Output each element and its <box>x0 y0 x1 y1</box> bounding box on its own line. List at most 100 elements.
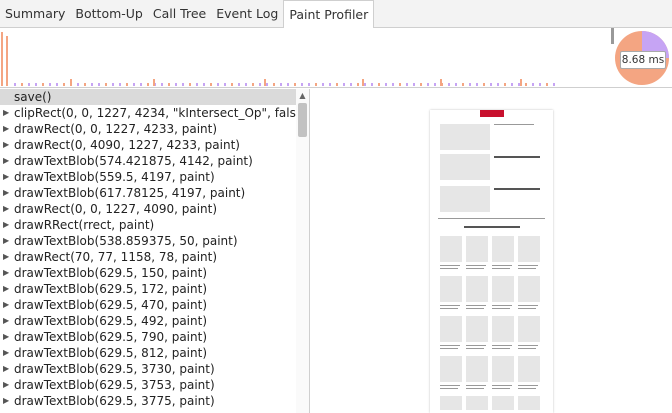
command-row[interactable]: ▶ drawTextBlob(617.78125, 4197, paint) <box>0 185 309 201</box>
timeline-bar <box>518 83 520 86</box>
tab-event-log[interactable]: Event Log <box>211 0 283 27</box>
expand-triangle-icon[interactable]: ▶ <box>3 329 9 345</box>
tab-call-tree[interactable]: Call Tree <box>148 0 211 27</box>
expand-triangle-icon[interactable]: ▶ <box>3 201 9 217</box>
timeline-bars[interactable] <box>0 28 612 88</box>
command-row[interactable]: ▶ drawTextBlob(629.5, 790, paint) <box>0 329 309 345</box>
text-line <box>440 305 460 306</box>
expand-triangle-icon[interactable]: ▶ <box>3 361 9 377</box>
command-text: drawTextBlob(629.5, 470, paint) <box>14 298 208 312</box>
article-image <box>492 276 514 302</box>
command-text: drawTextBlob(629.5, 492, paint) <box>14 314 208 328</box>
expand-triangle-icon[interactable]: ▶ <box>3 233 9 249</box>
command-row[interactable]: ▶ drawTextBlob(629.5, 3753, paint) <box>0 377 309 393</box>
article-image <box>466 396 488 410</box>
command-row[interactable]: ▶ drawRect(70, 77, 1158, 78, paint) <box>0 249 309 265</box>
expand-triangle-icon[interactable]: ▶ <box>3 281 9 297</box>
command-text: drawTextBlob(617.78125, 4197, paint) <box>14 186 246 200</box>
timeline-bar <box>119 83 121 86</box>
article-image <box>518 236 540 262</box>
command-row[interactable]: ▶ drawRRect(rrect, paint) <box>0 217 309 233</box>
scrollbar-thumb[interactable] <box>298 103 307 137</box>
text-line <box>466 388 484 389</box>
command-row[interactable]: ▶ drawRect(0, 4090, 1227, 4233, paint) <box>0 137 309 153</box>
expand-triangle-icon[interactable]: ▶ <box>3 169 9 185</box>
expand-triangle-icon[interactable]: ▶ <box>3 217 9 233</box>
tab-paint-profiler[interactable]: Paint Profiler <box>283 0 375 29</box>
text-line <box>492 388 510 389</box>
command-row[interactable]: ▶ drawRect(0, 0, 1227, 4233, paint) <box>0 121 309 137</box>
timeline-bar <box>462 83 464 86</box>
text-line <box>466 268 484 269</box>
command-row[interactable]: ▶ drawTextBlob(629.5, 492, paint) <box>0 313 309 329</box>
expand-triangle-icon[interactable]: ▶ <box>3 249 9 265</box>
timeline-bar <box>371 83 373 86</box>
command-row[interactable]: ▶ drawRect(0, 0, 1227, 4090, paint) <box>0 201 309 217</box>
tab-summary[interactable]: Summary <box>0 0 70 27</box>
command-row[interactable]: ▶ drawTextBlob(629.5, 812, paint) <box>0 345 309 361</box>
text-line <box>518 388 536 389</box>
timeline-bar <box>385 83 387 86</box>
text-line <box>440 385 460 386</box>
command-row[interactable]: ▶ drawTextBlob(629.5, 3775, paint) <box>0 393 309 409</box>
text-line <box>492 348 510 349</box>
timeline-bar <box>6 36 8 86</box>
timeline-bar <box>231 83 233 86</box>
timeline-bar <box>539 83 541 86</box>
timeline-bar <box>420 83 422 86</box>
article-image <box>518 276 540 302</box>
paint-timeline[interactable]: 8.68 ms <box>0 28 672 88</box>
command-row[interactable]: ▶ drawTextBlob(629.5, 470, paint) <box>0 297 309 313</box>
command-list-scrollbar[interactable] <box>296 89 309 413</box>
timeline-bar <box>280 83 282 86</box>
command-row[interactable]: ▶ clipRect(0, 0, 1227, 4234, "kIntersect_… <box>0 105 309 121</box>
article-image <box>440 356 462 382</box>
article-image <box>440 276 462 302</box>
timeline-bar <box>175 83 177 86</box>
text-line <box>440 265 460 266</box>
scroll-up-arrow-icon[interactable]: ▲ <box>298 91 307 100</box>
command-row[interactable]: ▶ drawTextBlob(538.859375, 50, paint) <box>0 233 309 249</box>
command-text: drawTextBlob(559.5, 4197, paint) <box>14 170 215 184</box>
timeline-bar <box>434 83 436 86</box>
paint-command-list[interactable]: save() ▶ clipRect(0, 0, 1227, 4234, "kInte… <box>0 89 310 413</box>
expand-triangle-icon[interactable]: ▶ <box>3 377 9 393</box>
command-row[interactable]: ▶ drawTextBlob(559.5, 4197, paint) <box>0 169 309 185</box>
text-line <box>440 308 458 309</box>
timeline-bar <box>476 83 478 86</box>
command-row[interactable]: ▶ drawTextBlob(629.5, 172, paint) <box>0 281 309 297</box>
command-text: drawRect(0, 4090, 1227, 4233, paint) <box>14 138 240 152</box>
expand-triangle-icon[interactable]: ▶ <box>3 137 9 153</box>
expand-triangle-icon[interactable]: ▶ <box>3 345 9 361</box>
expand-triangle-icon[interactable]: ▶ <box>3 313 9 329</box>
timeline-bar <box>362 79 364 86</box>
command-row[interactable]: ▶ drawTextBlob(574.421875, 4142, paint) <box>0 153 309 169</box>
expand-triangle-icon[interactable]: ▶ <box>3 297 9 313</box>
timeline-bar <box>553 83 555 86</box>
timeline-bar <box>217 83 219 86</box>
text-line <box>440 388 458 389</box>
command-row[interactable]: ▶ drawTextBlob(629.5, 3730, paint) <box>0 361 309 377</box>
command-text: drawRRect(rrect, paint) <box>14 218 155 232</box>
command-row[interactable]: ▶ drawTextBlob(629.5, 150, paint) <box>0 265 309 281</box>
timeline-bar <box>252 83 254 86</box>
text-line <box>466 385 486 386</box>
expand-triangle-icon[interactable]: ▶ <box>3 153 9 169</box>
text-line <box>438 218 545 219</box>
timeline-bar <box>224 83 226 86</box>
text-line <box>464 226 520 228</box>
text-line <box>466 345 486 346</box>
timeline-bar <box>427 83 429 86</box>
expand-triangle-icon[interactable]: ▶ <box>3 185 9 201</box>
text-line <box>492 305 512 306</box>
text-line <box>518 268 536 269</box>
expand-triangle-icon[interactable]: ▶ <box>3 265 9 281</box>
text-line <box>518 345 538 346</box>
tab-bottom-up[interactable]: Bottom-Up <box>70 0 147 27</box>
expand-triangle-icon[interactable]: ▶ <box>3 121 9 137</box>
expand-triangle-icon[interactable]: ▶ <box>3 393 9 409</box>
timeline-bar <box>520 79 522 86</box>
expand-triangle-icon[interactable]: ▶ <box>3 105 9 121</box>
command-row[interactable]: save() <box>0 89 309 105</box>
timeline-bar <box>343 83 345 86</box>
